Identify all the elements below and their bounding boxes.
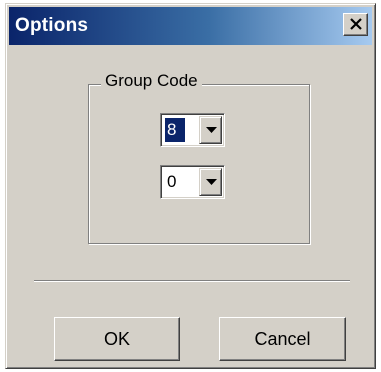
cancel-button[interactable]: Cancel [219, 317, 346, 361]
group-code-combo-2[interactable]: 0 [160, 165, 225, 199]
options-dialog: Options Group Code 8 0 OK Cancel [5, 3, 376, 369]
close-button[interactable] [343, 13, 368, 36]
group-code-groupbox [88, 84, 310, 244]
combo-2-value: 0 [167, 172, 177, 191]
combo-1-value: 8 [165, 118, 185, 142]
chevron-down-icon [206, 127, 217, 133]
group-code-combo-1[interactable]: 8 [160, 113, 225, 147]
close-icon [350, 18, 362, 30]
combo-1-dropdown-button[interactable] [199, 116, 222, 144]
combo-2-dropdown-button[interactable] [199, 168, 222, 196]
title-bar[interactable]: Options [9, 7, 372, 45]
dialog-title: Options [15, 15, 89, 36]
group-code-label: Group Code [101, 71, 202, 91]
chevron-down-icon [206, 179, 217, 185]
separator-line [34, 280, 350, 282]
ok-button[interactable]: OK [54, 317, 180, 361]
